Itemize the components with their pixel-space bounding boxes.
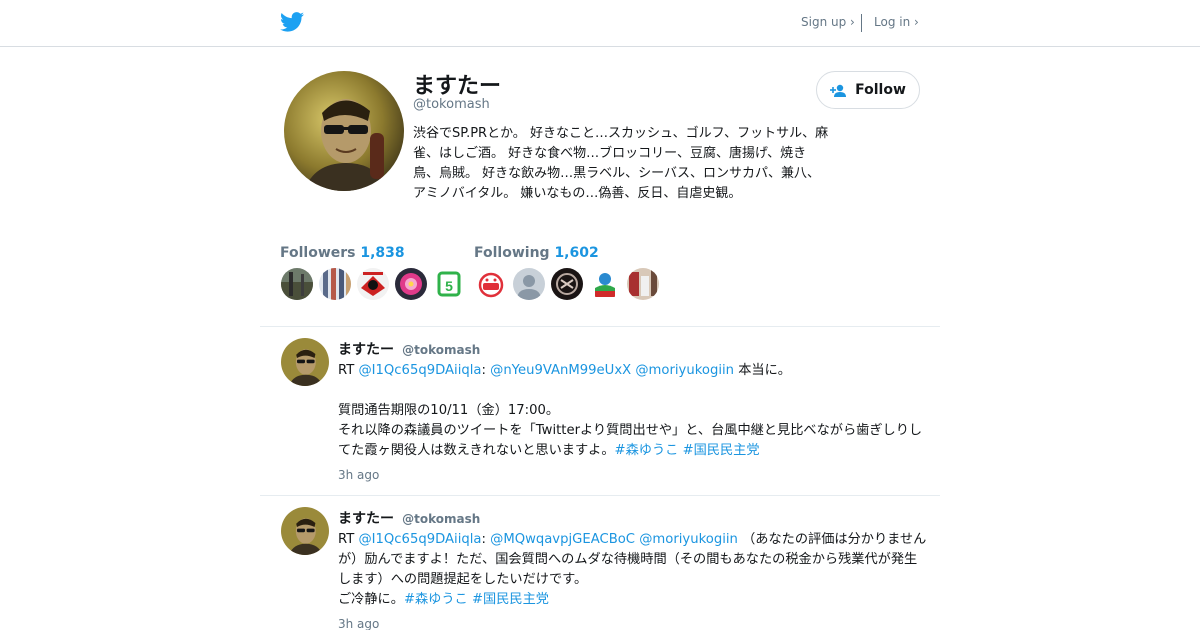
tweet-timestamp[interactable]: 3h ago (338, 468, 379, 482)
followers-stat[interactable]: Followers 1,838 (280, 245, 405, 261)
following-avatars (475, 268, 659, 300)
sign-up-link[interactable]: Sign up › (801, 15, 855, 29)
display-name: ますたー (413, 74, 502, 99)
tweet-author-name[interactable]: ますたー (338, 342, 394, 358)
divider (260, 326, 940, 327)
top-bar: Sign up › Log in › (0, 0, 1200, 47)
hashtag-link[interactable]: #国民民主党 (472, 592, 549, 607)
tweet-header: ますたー @tokomash (338, 508, 480, 528)
follow-button[interactable]: Follow (816, 71, 920, 109)
following-avatar[interactable] (513, 268, 545, 300)
hashtag-link[interactable]: #国民民主党 (683, 443, 760, 458)
mention-link[interactable]: @moriyukogiin (639, 532, 738, 547)
mention-link[interactable]: @MQwqavpjGEACBoC (490, 532, 635, 547)
tweet-avatar[interactable] (281, 507, 329, 555)
tweet-text: RT @I1Qc65q9DAiiqla: @MQwqavpjGEACBoC @m… (338, 530, 930, 610)
follower-avatar[interactable]: 5 (433, 268, 465, 300)
following-avatar[interactable] (551, 268, 583, 300)
following-avatar[interactable] (475, 268, 507, 300)
follower-avatar[interactable] (395, 268, 427, 300)
profile-avatar[interactable] (284, 71, 404, 191)
twitter-bird-icon[interactable] (280, 11, 304, 33)
hashtag-link[interactable]: #森ゆうこ (404, 592, 468, 607)
tweet-header: ますたー @tokomash (338, 339, 480, 359)
following-avatar[interactable] (589, 268, 621, 300)
following-avatar[interactable] (627, 268, 659, 300)
follower-avatar[interactable] (319, 268, 351, 300)
mention-link[interactable]: @nYeu9VAnM99eUxX (490, 363, 631, 378)
retweet-prefix: RT (338, 363, 359, 378)
tweet-text: RT @I1Qc65q9DAiiqla: @nYeu9VAnM99eUxX @m… (338, 361, 930, 461)
nav-separator (861, 14, 862, 32)
tweet-author-name[interactable]: ますたー (338, 511, 394, 527)
divider (260, 495, 940, 496)
log-in-link[interactable]: Log in › (874, 15, 919, 29)
tweet-text-part: : (481, 363, 491, 378)
add-user-icon (830, 84, 847, 97)
tweet-timestamp[interactable]: 3h ago (338, 617, 379, 630)
follower-avatar[interactable] (357, 268, 389, 300)
retweet-prefix: RT (338, 532, 359, 547)
tweet-avatar[interactable] (281, 338, 329, 386)
profile-bio: 渋谷でSP.PRとか。 好きなこと…スカッシュ、ゴルフ、フットサル、麻雀、はしご… (413, 126, 829, 201)
follow-label: Follow (855, 82, 906, 98)
follower-avatar[interactable] (281, 268, 313, 300)
mention-link[interactable]: @moriyukogiin (635, 363, 734, 378)
profile-handle: @tokomash (413, 97, 490, 112)
tweet-author-handle[interactable]: @tokomash (402, 512, 480, 526)
following-count: 1,602 (554, 245, 599, 261)
hashtag-link[interactable]: #森ゆうこ (615, 443, 679, 458)
mention-link[interactable]: @I1Qc65q9DAiiqla (358, 363, 481, 378)
tweet-text-part: : (481, 532, 491, 547)
svg-text:5: 5 (445, 278, 453, 294)
followers-count: 1,838 (360, 245, 405, 261)
tweet-author-handle[interactable]: @tokomash (402, 343, 480, 357)
following-stat[interactable]: Following 1,602 (474, 245, 599, 261)
mention-link[interactable]: @I1Qc65q9DAiiqla (358, 532, 481, 547)
following-label: Following (474, 245, 550, 261)
followers-avatars: 5 (281, 268, 465, 300)
followers-label: Followers (280, 245, 356, 261)
